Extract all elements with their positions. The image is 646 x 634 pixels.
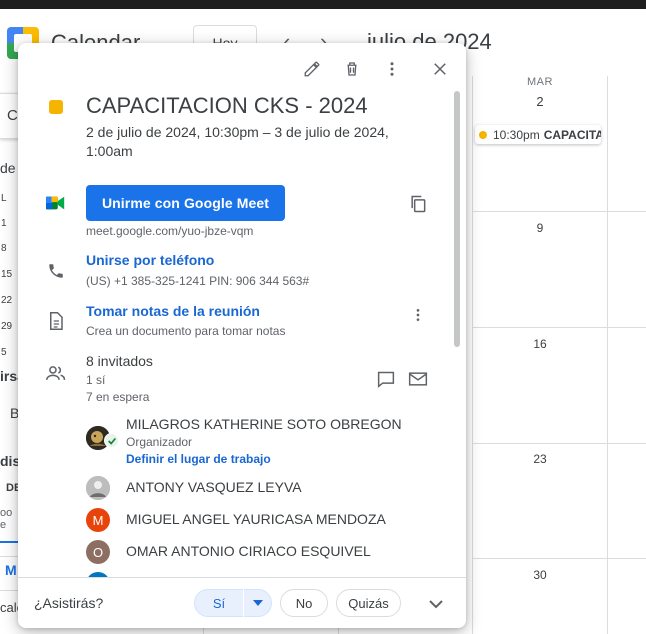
trash-icon[interactable] <box>340 57 364 81</box>
calendar-day-number[interactable]: 16 <box>472 337 608 351</box>
grid-line <box>0 556 20 557</box>
create-button-label: C <box>7 107 18 124</box>
grid-line <box>472 558 646 559</box>
rsvp-maybe-button[interactable]: Quizás <box>336 589 401 617</box>
popup-scrollbar[interactable] <box>454 91 460 347</box>
sidebar-input[interactable]: oo e <box>0 497 18 543</box>
mini-calendar-day[interactable]: 15 <box>1 269 12 280</box>
guest-waiting-count: 7 en espera <box>86 390 150 404</box>
mini-calendar-day[interactable]: 1 <box>1 218 7 229</box>
more-vert-icon[interactable] <box>406 303 430 327</box>
pencil-icon[interactable] <box>300 57 324 81</box>
meet-url[interactable]: meet.google.com/yuo-jbze-vqm <box>86 224 253 238</box>
guest-name: OMAR ANTONIO CIRIACO ESQUIVEL <box>126 543 371 559</box>
copy-icon[interactable] <box>406 192 430 216</box>
avatar[interactable]: O <box>86 540 110 564</box>
rsvp-no-button[interactable]: No <box>280 589 328 617</box>
rsvp-options-dropdown[interactable] <box>244 600 271 606</box>
sidebar-input-placeholder: oo e <box>0 507 13 531</box>
caret-down-icon <box>252 600 263 606</box>
more-vert-icon[interactable] <box>380 57 404 81</box>
phone-icon <box>44 259 68 283</box>
calendar-day-number[interactable]: 9 <box>472 221 608 235</box>
take-notes-link[interactable]: Tomar notas de la reunión <box>86 303 260 319</box>
mini-calendar-title: de <box>0 160 16 176</box>
grid-line <box>0 590 20 591</box>
rsvp-yes-button[interactable]: Sí <box>194 589 272 617</box>
event-details-popup: CAPACITACION CKS - 2024 2 de julio de 20… <box>18 43 466 628</box>
guest-name: MILAGROS KATHERINE SOTO OBREGON <box>126 416 402 432</box>
rsvp-question: ¿Asistirás? <box>34 595 104 611</box>
join-by-phone-link[interactable]: Unirse por teléfono <box>86 252 214 268</box>
column-header-tuesday[interactable]: MAR 2 <box>472 76 608 109</box>
avatar[interactable] <box>86 476 110 500</box>
guest-name: MIGUEL ANGEL YAURICASA MENDOZA <box>126 511 386 527</box>
grid-line <box>607 76 608 634</box>
google-meet-icon <box>44 191 68 215</box>
calendar-event-time: 10:30pm <box>493 127 540 142</box>
close-icon[interactable] <box>428 57 452 81</box>
event-title: CAPACITACION CKS - 2024 <box>86 93 368 118</box>
grid-line <box>472 211 646 212</box>
grid-line <box>472 76 473 634</box>
calendar-day-number[interactable]: 30 <box>472 568 608 582</box>
column-day-of-week: MAR <box>527 76 553 88</box>
join-meet-button[interactable]: Unirme con Google Meet <box>86 185 285 221</box>
rsvp-bar: ¿Asistirás? Sí No Quizás <box>18 577 466 628</box>
grid-line <box>472 443 646 444</box>
column-day-number[interactable]: 2 <box>472 94 608 109</box>
mini-calendar-day[interactable]: 8 <box>1 243 7 254</box>
mini-calendar-day[interactable]: 29 <box>1 321 12 332</box>
grid-line <box>472 327 646 328</box>
people-icon <box>44 361 68 385</box>
mini-calendar-day[interactable]: 5 <box>1 347 7 358</box>
mini-calendar-weekday: L <box>1 193 7 204</box>
notes-details: Crea un documento para tomar notas <box>86 324 286 338</box>
phone-details: (US) +1 385-325-1241 PIN: 906 344 563# <box>86 274 310 288</box>
calendar-event-chip[interactable]: 10:30pm CAPACITA <box>475 125 601 144</box>
sidebar-link-fragment[interactable]: M <box>5 562 17 578</box>
rsvp-yes-label[interactable]: Sí <box>195 596 243 611</box>
guest-role: Organizador <box>126 435 193 449</box>
event-date: 2 de julio de 2024, 10:30pm – 3 de julio… <box>86 124 389 159</box>
mini-calendar-day[interactable]: 22 <box>1 295 12 306</box>
calendar-day-number[interactable]: 23 <box>472 452 608 466</box>
email-icon[interactable] <box>406 367 430 391</box>
guest-name: ANTONY VASQUEZ LEYVA <box>126 479 302 495</box>
set-working-location-link[interactable]: Definir el lugar de trabajo <box>126 452 271 466</box>
guest-count[interactable]: 8 invitados <box>86 353 153 369</box>
guest-yes-count: 1 sí <box>86 373 106 387</box>
avatar[interactable]: M <box>86 508 110 532</box>
event-color-chip <box>49 100 63 114</box>
window-top-strip <box>0 0 646 9</box>
accepted-check-icon <box>104 433 119 448</box>
calendar-event-title: CAPACITA <box>543 127 601 142</box>
document-icon <box>44 309 68 333</box>
event-color-dot <box>479 130 487 139</box>
chevron-down-icon[interactable] <box>424 592 448 616</box>
chat-icon[interactable] <box>374 367 398 391</box>
